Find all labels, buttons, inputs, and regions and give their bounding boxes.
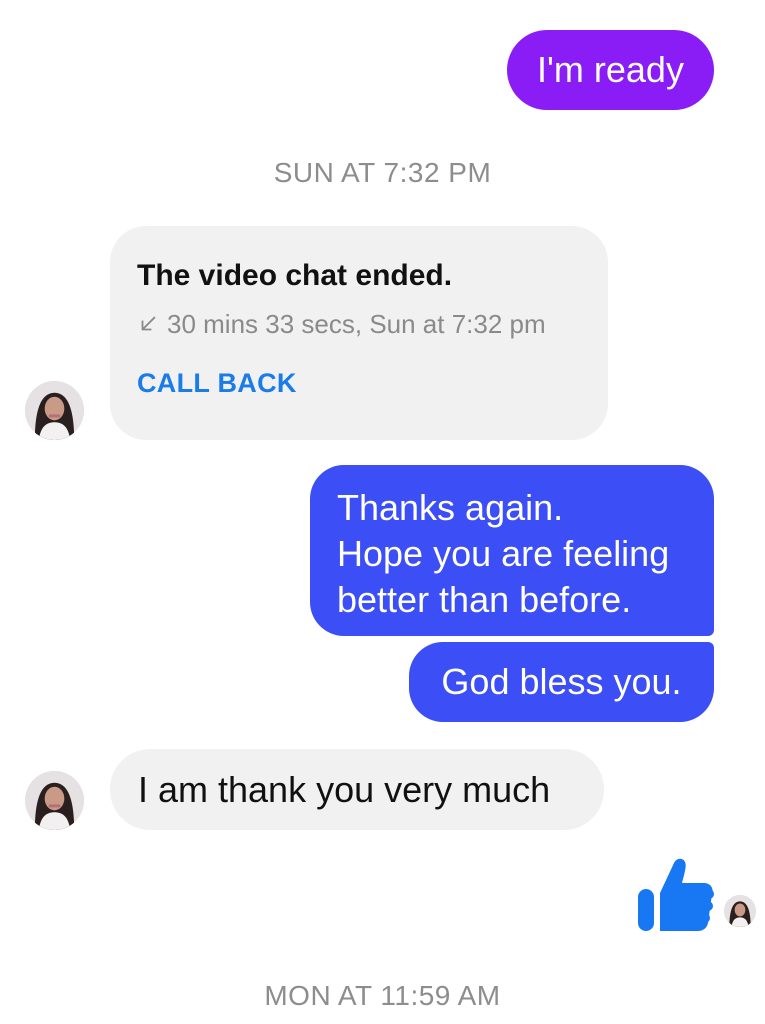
message-text: I'm ready — [537, 49, 684, 90]
outgoing-message-bubble[interactable]: Thanks again. Hope you are feeling bette… — [310, 465, 714, 636]
thumbs-up-icon[interactable] — [636, 855, 716, 933]
avatar-image — [724, 895, 756, 927]
timestamp-divider: MON AT 11:59 AM — [264, 980, 501, 1011]
call-back-button[interactable]: CALL BACK — [137, 368, 582, 399]
call-card-detail: 30 mins 33 secs, Sun at 7:32 pm — [137, 308, 582, 340]
timestamp-divider: SUN AT 7:32 PM — [273, 157, 492, 188]
incoming-message-bubble[interactable]: I am thank you very much — [110, 749, 604, 830]
message-text: God bless you. — [441, 661, 682, 702]
call-duration-text: 30 mins 33 secs, Sun at 7:32 pm — [167, 309, 546, 339]
video-call-ended-card: The video chat ended. 30 mins 33 secs, S… — [110, 226, 608, 440]
outgoing-message-bubble[interactable]: I'm ready — [507, 30, 714, 110]
call-card-title: The video chat ended. — [137, 259, 453, 292]
message-text-line: Hope you are feeling — [337, 533, 670, 574]
avatar-image — [25, 771, 84, 830]
incoming-call-arrow-icon — [141, 316, 156, 331]
avatar[interactable] — [25, 381, 84, 440]
read-receipt-avatar — [724, 895, 756, 927]
message-text: I am thank you very much — [138, 768, 551, 810]
message-text-line: Thanks again. — [337, 487, 564, 528]
chat-thread: I'm ready SUN AT 7:32 PM The video chat … — [0, 0, 765, 1024]
avatar[interactable] — [25, 771, 84, 830]
avatar-image — [25, 381, 84, 440]
message-text-line: better than before. — [337, 579, 632, 620]
outgoing-message-bubble[interactable]: God bless you. — [409, 642, 714, 722]
